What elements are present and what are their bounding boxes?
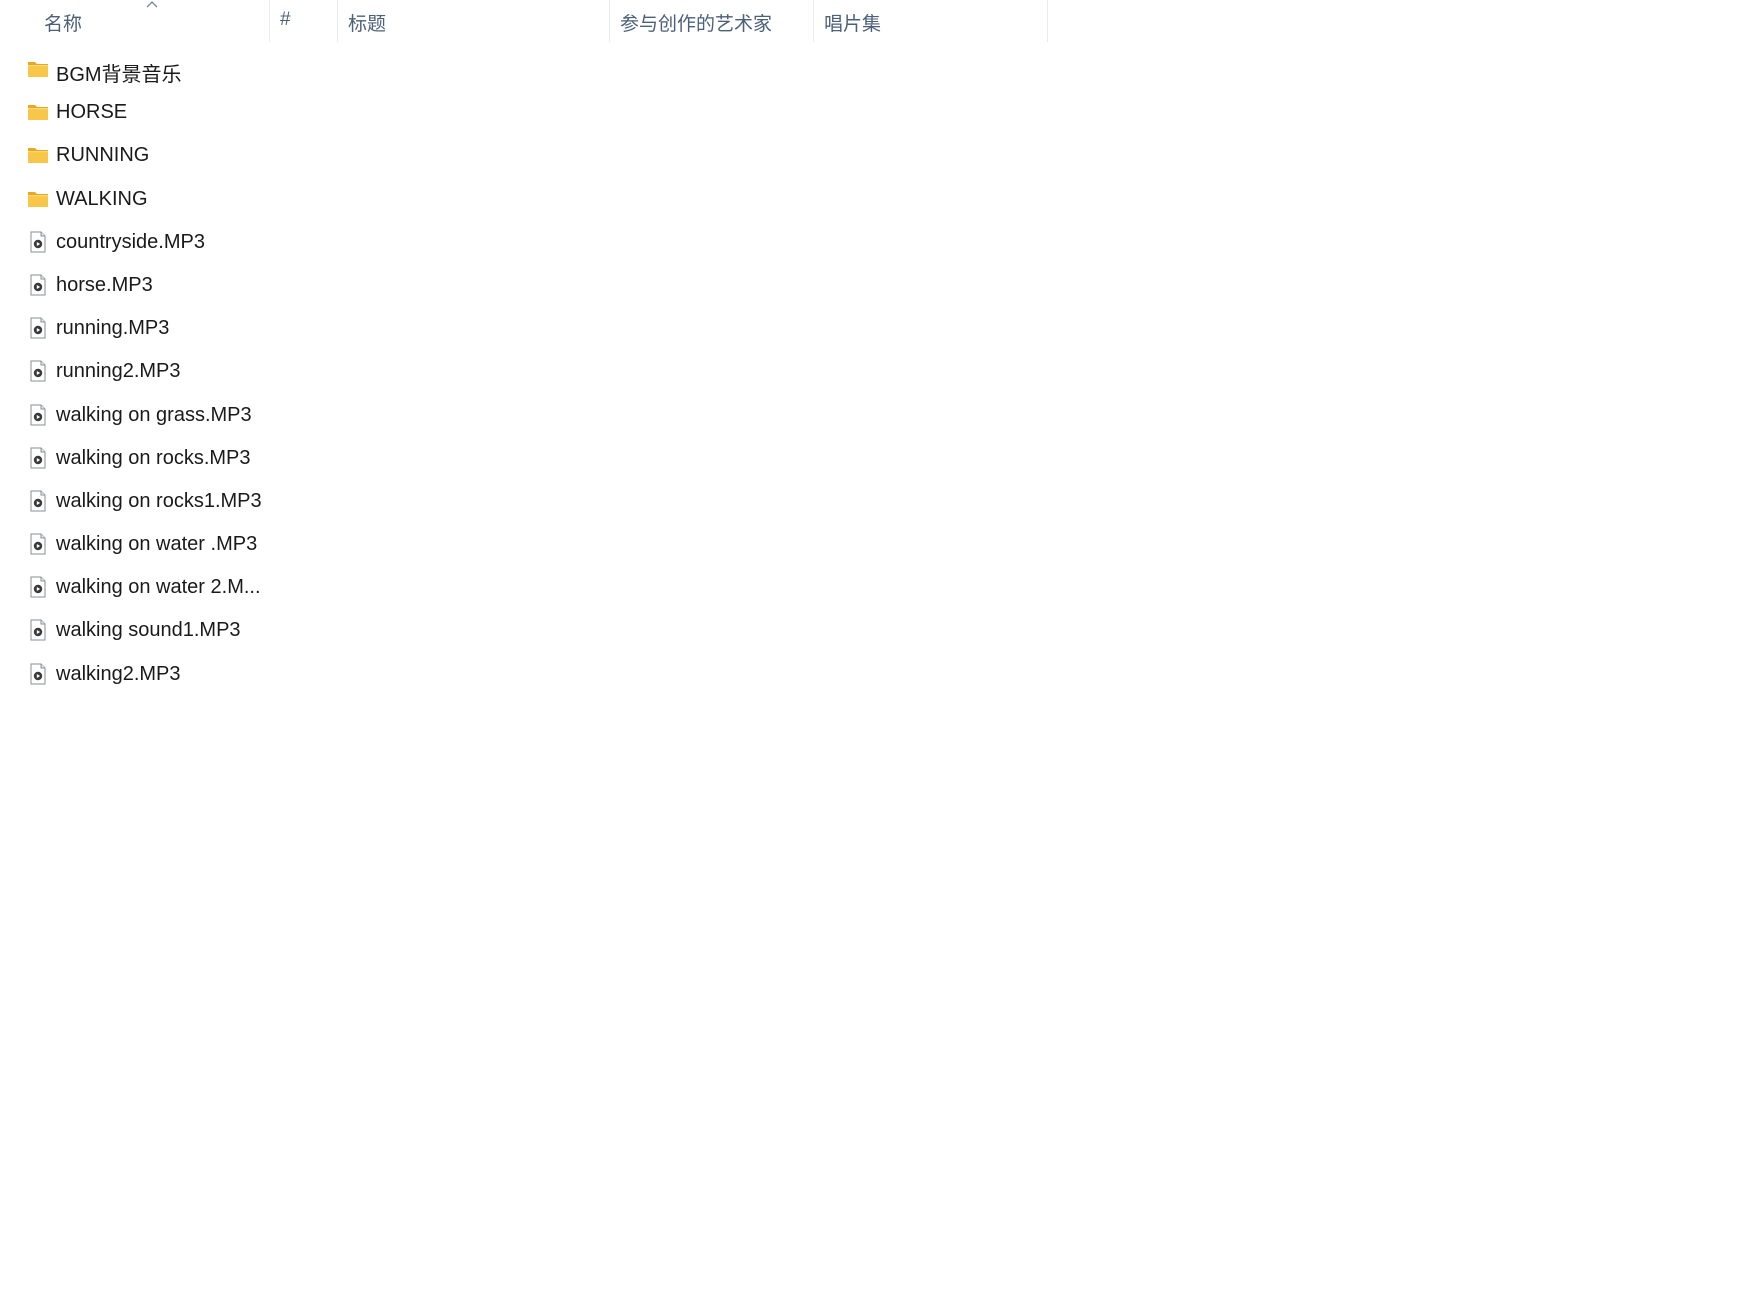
column-header-album[interactable]: 唱片集: [814, 0, 1048, 42]
column-header-artist[interactable]: 参与创作的艺术家: [610, 0, 814, 42]
folder-item[interactable]: RUNNING: [0, 134, 270, 177]
file-item[interactable]: walking on grass.MP3: [0, 394, 270, 437]
file-item[interactable]: walking sound1.MP3: [0, 609, 270, 652]
file-name-label: WALKING: [56, 187, 148, 210]
audio-file-icon: [26, 230, 50, 254]
file-list: BGM背景音乐 HORSE RUNNING WALKING countryside.MP…: [0, 48, 270, 696]
file-name-label: walking on grass.MP3: [56, 403, 252, 426]
audio-file-icon: [26, 446, 50, 470]
file-name-label: running2.MP3: [56, 360, 181, 383]
file-explorer-details-view: 名称 # 标题 参与创作的艺术家 唱片集 BGM背景音乐 HORSE RUNNING…: [0, 0, 1740, 1296]
column-header-artist-label: 参与创作的艺术家: [620, 14, 773, 35]
column-header-title[interactable]: 标题: [338, 0, 610, 42]
column-header-name[interactable]: 名称: [0, 0, 270, 42]
audio-file-icon: [26, 273, 50, 297]
column-header-album-label: 唱片集: [824, 14, 882, 35]
file-item[interactable]: horse.MP3: [0, 264, 270, 307]
audio-file-icon: [26, 403, 50, 427]
file-item[interactable]: walking2.MP3: [0, 653, 270, 696]
file-item[interactable]: walking on water .MP3: [0, 523, 270, 566]
file-name-label: walking on water .MP3: [56, 533, 258, 556]
file-name-label: walking2.MP3: [56, 662, 181, 685]
audio-file-icon: [26, 575, 50, 599]
file-item[interactable]: countryside.MP3: [0, 221, 270, 264]
audio-file-icon: [26, 662, 50, 686]
audio-file-icon: [26, 618, 50, 642]
folder-icon: [26, 143, 50, 167]
column-header-bar: 名称 # 标题 参与创作的艺术家 唱片集: [0, 0, 1048, 42]
file-item[interactable]: walking on rocks.MP3: [0, 437, 270, 480]
folder-icon: [26, 187, 50, 211]
file-name-label: horse.MP3: [56, 273, 153, 296]
column-header-title-label: 标题: [348, 14, 387, 35]
folder-item[interactable]: HORSE: [0, 91, 270, 134]
audio-file-icon: [26, 359, 50, 383]
audio-file-icon: [26, 489, 50, 513]
audio-file-icon: [26, 316, 50, 340]
file-name-label: walking on rocks.MP3: [56, 446, 251, 469]
folder-icon: [26, 57, 50, 81]
sort-ascending-icon: [146, 1, 158, 8]
folder-icon: [26, 100, 50, 124]
file-name-label: RUNNING: [56, 144, 150, 167]
column-header-number[interactable]: #: [270, 0, 338, 42]
audio-file-icon: [26, 532, 50, 556]
column-header-number-label: #: [280, 9, 291, 30]
file-name-label: countryside.MP3: [56, 230, 205, 253]
file-item[interactable]: running.MP3: [0, 307, 270, 350]
file-name-label: walking sound1.MP3: [56, 619, 241, 642]
file-name-label: BGM背景音乐: [56, 64, 182, 86]
folder-item[interactable]: BGM背景音乐: [0, 48, 270, 91]
file-item[interactable]: running2.MP3: [0, 350, 270, 393]
file-name-label: walking on water 2.M...: [56, 576, 261, 599]
file-name-label: walking on rocks1.MP3: [56, 489, 262, 512]
folder-item[interactable]: WALKING: [0, 178, 270, 221]
file-name-label: HORSE: [56, 101, 128, 124]
file-item[interactable]: walking on water 2.M...: [0, 566, 270, 609]
file-name-label: running.MP3: [56, 317, 170, 340]
column-header-name-label: 名称: [44, 14, 83, 35]
file-item[interactable]: walking on rocks1.MP3: [0, 480, 270, 523]
